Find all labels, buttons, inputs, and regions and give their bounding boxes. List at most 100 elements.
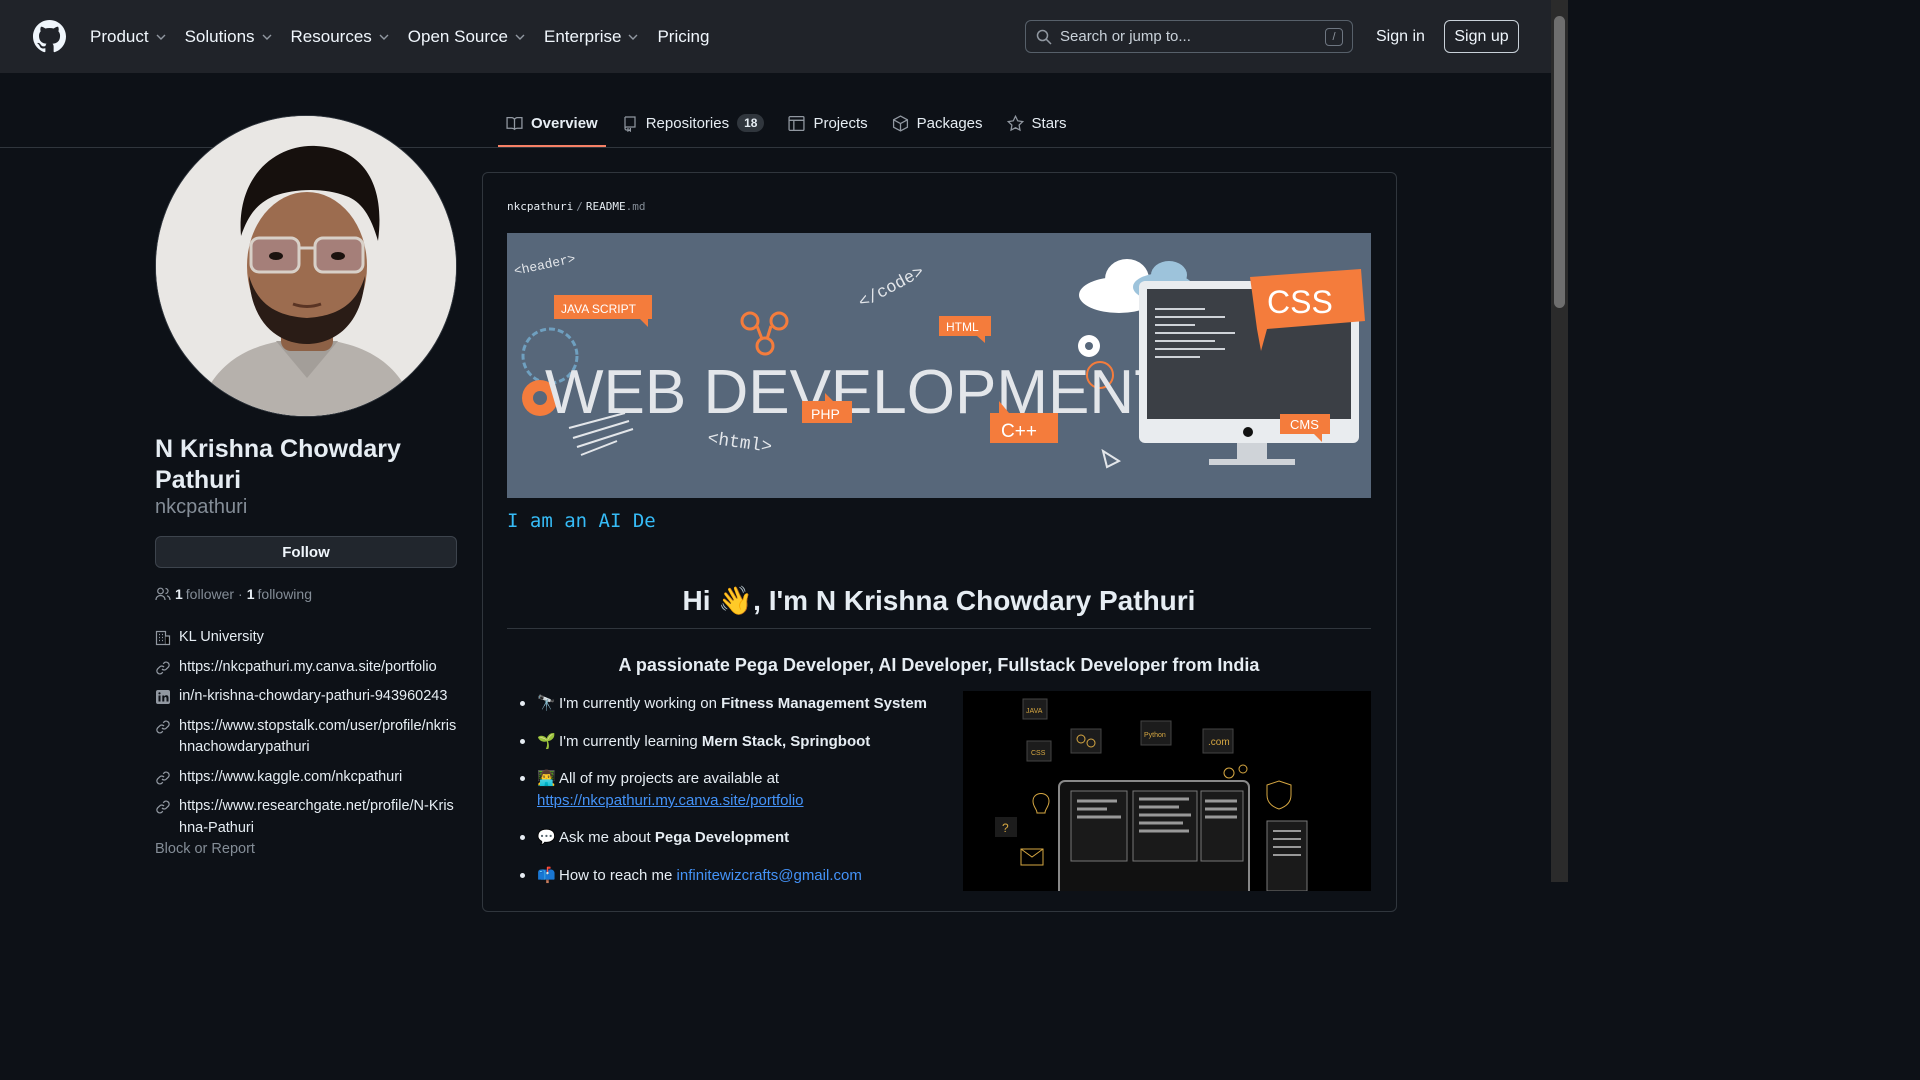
chevron-down-icon (156, 34, 166, 40)
readme-bullet-list: 🔭 I'm currently working on Fitness Manage… (520, 693, 940, 902)
table-icon (788, 115, 806, 131)
following-count: 1 (246, 586, 255, 602)
speech-bubble-icon: 💬 (537, 829, 556, 846)
nav-pricing[interactable]: Pricing (657, 27, 709, 47)
link-icon (156, 770, 170, 785)
greeting-prefix: Hi (682, 585, 719, 616)
search-input[interactable]: Search or jump to... / (1025, 20, 1353, 53)
link-icon (156, 660, 170, 675)
link-icon (156, 719, 170, 734)
nav-label: Open Source (407, 26, 508, 46)
chevron-down-icon (379, 34, 389, 40)
search-placeholder: Search or jump to... (1060, 28, 1191, 45)
path-separator: / (576, 200, 583, 213)
nav-solutions[interactable]: Solutions (185, 27, 273, 47)
followers-count: 1 (175, 586, 183, 602)
sign-in-link[interactable]: Sign in (1376, 28, 1425, 46)
nav-open-source[interactable]: Open Source (408, 27, 526, 47)
separator-dot: · (238, 586, 243, 602)
list-item: 💬 Ask me about Pega Development (520, 827, 940, 849)
readme-file-link[interactable]: README.md (586, 200, 646, 213)
bullet-text: Ask me about (559, 829, 655, 846)
telescope-icon: 🔭 (537, 695, 556, 712)
following-label: following (257, 586, 312, 602)
illus-label: Python (1144, 732, 1166, 739)
tab-overview[interactable]: Overview (498, 100, 606, 147)
email-link[interactable]: infinitewizcrafts@gmail.com (677, 867, 862, 884)
nav-enterprise[interactable]: Enterprise (544, 27, 639, 47)
avatar[interactable] (155, 115, 457, 417)
list-item: 🌱 I'm currently learning Mern Stack, Spri… (520, 731, 940, 753)
tab-label: Packages (916, 114, 983, 132)
block-or-report-link[interactable]: Block or Report (155, 841, 255, 857)
banner-tag: CMS (1290, 417, 1319, 432)
following-link[interactable]: 1 following (247, 586, 312, 602)
github-logo-icon[interactable] (33, 20, 66, 53)
repo-icon (624, 115, 636, 132)
readme-file-name: README (585, 200, 626, 213)
scrollbar-thumb[interactable] (1554, 16, 1565, 308)
link-text: https://nkcpathuri.my.canva.site/portfol… (179, 658, 437, 675)
bullet-highlight: Fitness Management System (721, 695, 927, 712)
page-scrollbar[interactable] (1551, 0, 1568, 882)
banner-title: WEB DEVELOPMENT (545, 358, 1172, 427)
heading-divider (507, 628, 1371, 629)
chevron-down-icon (515, 34, 525, 40)
technologist-icon: 👨‍💻 (537, 770, 556, 787)
list-item: 🔭 I'm currently working on Fitness Manage… (520, 693, 940, 715)
tab-label: Repositories (645, 114, 730, 132)
package-icon (892, 114, 908, 132)
nav-resources[interactable]: Resources (291, 27, 390, 47)
organization-text: KL University (179, 629, 264, 645)
repo-count-badge: 18 (737, 114, 765, 132)
portfolio-link[interactable]: https://nkcpathuri.my.canva.site/portfol… (537, 792, 804, 809)
nav-label: Solutions (184, 26, 255, 46)
list-item: 📫 How to reach me infinitewizcrafts@gmail… (520, 865, 940, 887)
mailbox-icon: 📫 (537, 866, 556, 884)
readme-owner-link[interactable]: nkcpathuri (507, 200, 573, 213)
bullet-text: How to reach me (559, 866, 677, 884)
illus-label: ? (1002, 821, 1009, 835)
sign-up-button[interactable]: Sign up (1444, 20, 1519, 53)
readme-subtitle: A passionate Pega Developer, AI Develope… (618, 655, 1260, 675)
organization-icon (155, 630, 171, 646)
book-icon (506, 116, 523, 130)
profile-social-link[interactable]: https://www.stopstalk.com/user/profile/n… (155, 716, 460, 759)
bullet-highlight: Pega Development (654, 829, 790, 846)
search-icon (1036, 29, 1052, 45)
link-text: https://www.researchgate.net/profile/N-K… (179, 798, 454, 836)
bullet-text: All of my projects are available at (559, 770, 780, 787)
bullet-highlight: Mern Stack, Springboot (701, 732, 871, 750)
developer-illustration-image: JAVA CSS Python .com ? (963, 691, 1371, 891)
profile-website-link[interactable]: https://nkcpathuri.my.canva.site/portfol… (155, 657, 460, 679)
web-development-banner-image: <header> JAVA SCRIPT </code> HTML WEB DE… (507, 233, 1371, 498)
link-text: https://www.kaggle.com/nkcpathuri (179, 768, 403, 785)
tab-label: Stars (1031, 114, 1067, 132)
profile-social-link[interactable]: https://www.researchgate.net/profile/N-K… (155, 796, 460, 839)
follow-button[interactable]: Follow (155, 536, 457, 568)
profile-social-link[interactable]: https://www.kaggle.com/nkcpathuri (155, 767, 460, 789)
chevron-down-icon (628, 34, 638, 40)
followers-summary: 1 follower · 1 following (155, 586, 312, 602)
nav-label: Resources (290, 26, 372, 46)
tab-stars[interactable]: Stars (999, 100, 1075, 146)
star-icon (1006, 114, 1024, 131)
people-icon (155, 587, 171, 601)
tab-repositories[interactable]: Repositories 18 (614, 100, 773, 146)
tab-packages[interactable]: Packages (884, 100, 991, 146)
illus-label: JAVA (1026, 708, 1043, 715)
linkedin-icon (156, 690, 170, 704)
tab-projects[interactable]: Projects (780, 100, 875, 146)
profile-linkedin-link[interactable]: in/n-krishna-chowdary-pathuri-943960243 (155, 686, 460, 708)
typing-animation-text: I am an AI De (507, 510, 656, 532)
nav-label: Enterprise (543, 26, 622, 46)
followers-label: follower (185, 586, 235, 602)
nav-product[interactable]: Product (90, 27, 167, 47)
followers-link[interactable]: 1 follower (175, 586, 234, 602)
chevron-down-icon (262, 34, 272, 40)
tab-label: Projects (813, 114, 868, 132)
readme-file-ext: .md (625, 200, 646, 213)
nav-label: Product (90, 26, 149, 46)
banner-tag: CSS (1267, 284, 1333, 320)
link-text: https://www.stopstalk.com/user/profile/n… (179, 717, 457, 756)
